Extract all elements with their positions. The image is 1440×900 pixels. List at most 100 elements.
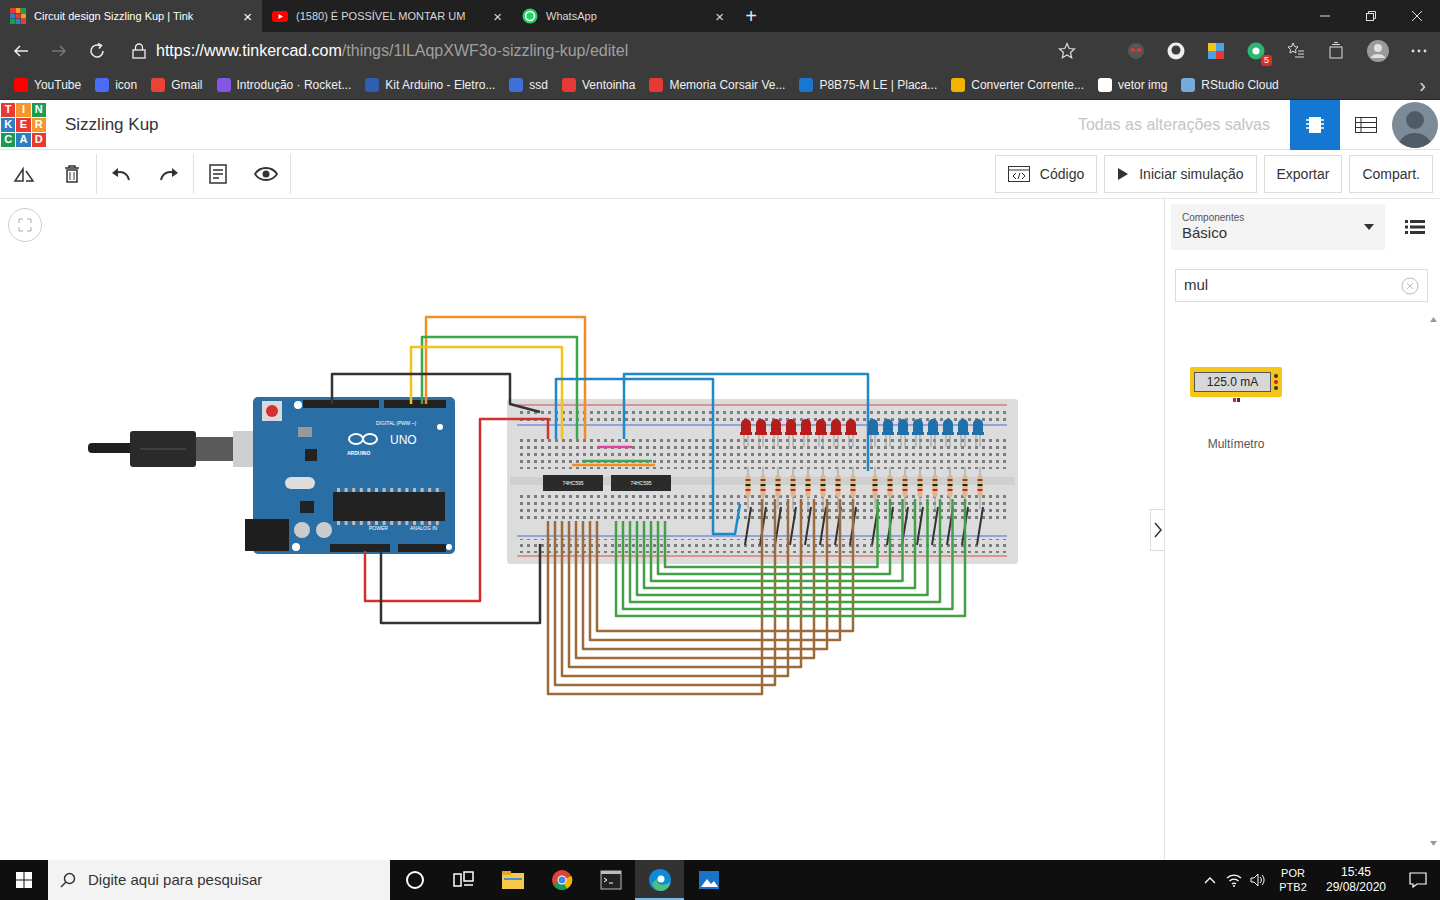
- led[interactable]: [830, 419, 842, 447]
- bookmark[interactable]: Gmail: [151, 76, 202, 94]
- led[interactable]: [740, 419, 752, 447]
- fit-view-icon[interactable]: [8, 208, 42, 242]
- restore-icon[interactable]: [1348, 0, 1394, 32]
- extension-icon[interactable]: [1206, 41, 1226, 61]
- toolbar-button[interactable]: Iniciar simulação: [1104, 155, 1256, 193]
- notifications-icon[interactable]: [1396, 872, 1440, 888]
- toolbar-button[interactable]: Exportar: [1264, 155, 1343, 193]
- scroll-down-icon[interactable]: [1430, 841, 1437, 846]
- led[interactable]: [770, 419, 782, 447]
- led[interactable]: [882, 419, 894, 447]
- bookmark[interactable]: Ventoinha: [562, 76, 635, 94]
- wire[interactable]: [665, 499, 878, 567]
- wire[interactable]: [590, 499, 840, 640]
- led[interactable]: [957, 419, 969, 447]
- wire[interactable]: [651, 499, 903, 581]
- taskbar-app[interactable]: [684, 860, 733, 900]
- search-input[interactable]: [1184, 274, 1401, 297]
- wire[interactable]: [598, 446, 632, 449]
- wire[interactable]: [556, 379, 740, 534]
- wire[interactable]: [576, 499, 814, 658]
- minimize-icon[interactable]: [1302, 0, 1348, 32]
- volume-icon[interactable]: [1246, 873, 1270, 887]
- notes-icon[interactable]: [194, 154, 242, 194]
- url-field[interactable]: https://www.tinkercad.com/things/1lLAqpX…: [126, 36, 1038, 66]
- resistor[interactable]: [948, 475, 953, 497]
- list-view-icon[interactable]: [1340, 100, 1392, 150]
- taskbar-search[interactable]: Digite aqui para pesquisar: [48, 860, 390, 900]
- resistor[interactable]: [791, 475, 796, 497]
- wire[interactable]: [411, 347, 562, 439]
- led[interactable]: [845, 419, 857, 447]
- bookmark[interactable]: vetor img: [1098, 76, 1167, 94]
- taskbar-app[interactable]: [439, 860, 488, 900]
- bookmark[interactable]: ssd: [509, 76, 548, 94]
- led[interactable]: [897, 419, 909, 447]
- wire[interactable]: [381, 544, 540, 623]
- browser-tab[interactable]: WhatsApp×: [512, 0, 734, 32]
- extension-icon[interactable]: 5: [1246, 41, 1266, 61]
- led[interactable]: [785, 419, 797, 447]
- start-windows-icon[interactable]: [0, 860, 48, 900]
- bookmark[interactable]: icon: [95, 76, 137, 94]
- collections-icon[interactable]: [1326, 41, 1346, 61]
- bookmark[interactable]: YouTube: [14, 76, 81, 94]
- list-icon[interactable]: [1405, 219, 1425, 235]
- wire[interactable]: [332, 374, 540, 412]
- wire[interactable]: [548, 499, 762, 694]
- resistor[interactable]: [918, 475, 923, 497]
- user-avatar-icon[interactable]: [1392, 102, 1438, 148]
- menu-icon[interactable]: [1410, 48, 1428, 54]
- bookmark[interactable]: Memoria Corsair Ve...: [649, 76, 785, 94]
- input-language[interactable]: PORPTB2: [1270, 866, 1316, 894]
- resistor[interactable]: [873, 475, 878, 497]
- led[interactable]: [800, 419, 812, 447]
- close-window-icon[interactable]: [1394, 0, 1440, 32]
- taskbar-app[interactable]: [635, 860, 684, 900]
- tab-close[interactable]: ×: [715, 9, 724, 24]
- resistor[interactable]: [888, 475, 893, 497]
- usb-cable[interactable]: [88, 431, 255, 467]
- resistor[interactable]: [963, 475, 968, 497]
- led[interactable]: [867, 419, 879, 447]
- circuit-view-button[interactable]: [1290, 100, 1340, 150]
- resistor[interactable]: [836, 475, 841, 497]
- bookmark[interactable]: RStudio Cloud: [1181, 76, 1278, 94]
- bookmark[interactable]: Converter Corrente...: [951, 76, 1084, 94]
- wire[interactable]: [365, 419, 548, 601]
- led[interactable]: [912, 419, 924, 447]
- resistor[interactable]: [903, 475, 908, 497]
- favorite-star-icon[interactable]: [1058, 42, 1076, 60]
- resistor[interactable]: [851, 475, 856, 497]
- components-dropdown[interactable]: ComponentesBásico: [1171, 204, 1385, 250]
- circuit-canvas[interactable]: DIGITAL (PWM ~)UNOARDUINOPOWERANALOG IN7…: [0, 199, 1164, 860]
- resistor[interactable]: [821, 475, 826, 497]
- tab-close[interactable]: ×: [243, 9, 252, 24]
- visibility-eye-icon[interactable]: [242, 154, 290, 194]
- wire[interactable]: [422, 337, 577, 439]
- taskbar-app[interactable]: [586, 860, 635, 900]
- new-tab-button[interactable]: +: [734, 0, 768, 32]
- led[interactable]: [972, 419, 984, 447]
- wifi-icon[interactable]: [1222, 873, 1246, 887]
- favorites-icon[interactable]: [1286, 41, 1306, 61]
- redo-icon[interactable]: [145, 154, 193, 194]
- back-icon[interactable]: [12, 42, 30, 60]
- wire[interactable]: [623, 499, 953, 609]
- led[interactable]: [755, 419, 767, 447]
- wire[interactable]: [630, 499, 940, 602]
- profile-avatar-icon[interactable]: [1366, 39, 1390, 63]
- shift-register-chip[interactable]: 74HC595: [543, 475, 603, 491]
- wire[interactable]: [597, 499, 853, 631]
- taskbar-app[interactable]: [537, 860, 586, 900]
- wire[interactable]: [658, 499, 890, 574]
- resistor[interactable]: [746, 475, 751, 497]
- resistor[interactable]: [776, 475, 781, 497]
- wire[interactable]: [569, 499, 801, 667]
- hidden-icons-chevron-icon[interactable]: [1198, 876, 1222, 884]
- toolbar-button[interactable]: Compart.: [1349, 155, 1433, 193]
- wire[interactable]: [644, 499, 915, 588]
- undo-icon[interactable]: [97, 154, 145, 194]
- browser-tab[interactable]: Circuit design Sizzling Kup | Tink×: [0, 0, 262, 32]
- design-title[interactable]: Sizzling Kup: [65, 112, 159, 138]
